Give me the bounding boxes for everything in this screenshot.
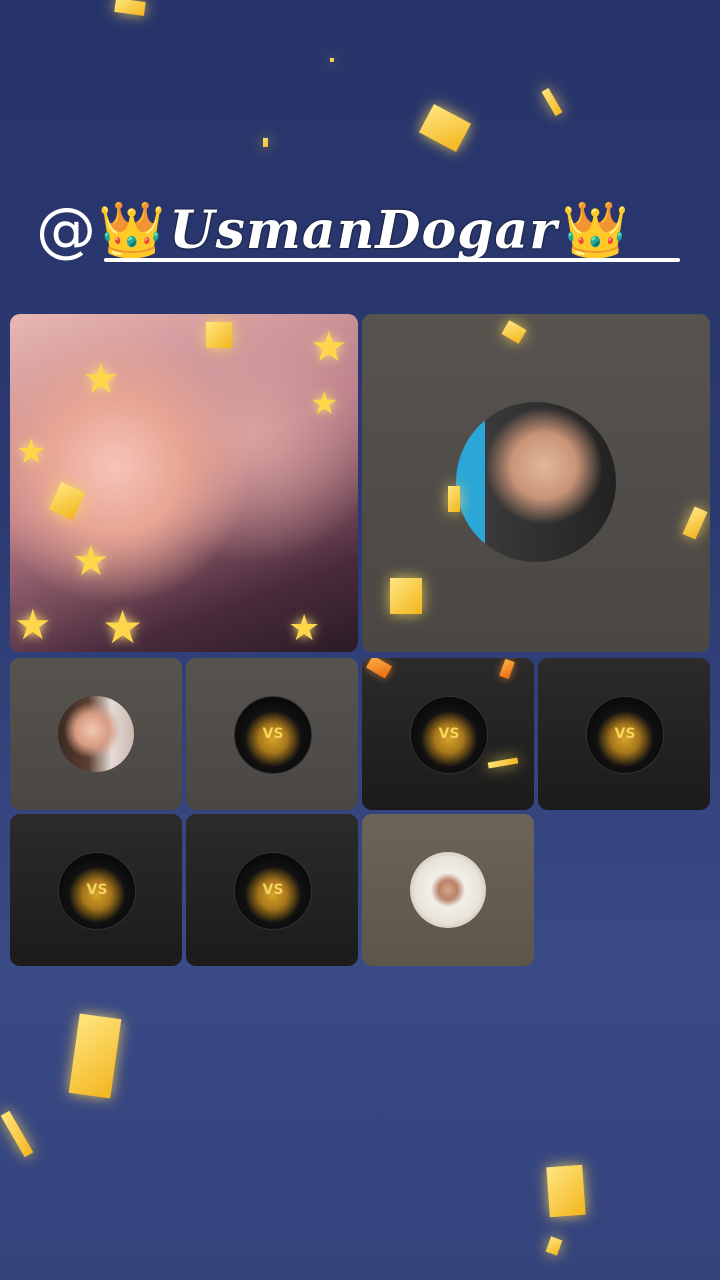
confetti-piece <box>330 58 334 62</box>
vs-poster-avatar <box>586 696 664 774</box>
guest-seat-1[interactable] <box>362 314 710 652</box>
guest-seat-7[interactable] <box>186 814 358 966</box>
star-icon: ★ <box>14 600 52 649</box>
confetti-piece <box>682 506 708 540</box>
vs-poster-avatar <box>410 696 488 774</box>
confetti-piece <box>263 138 268 147</box>
confetti-piece <box>501 320 527 344</box>
star-icon: ★ <box>82 354 120 403</box>
star-icon: ★ <box>310 322 348 371</box>
confetti-piece <box>390 578 422 614</box>
star-icon: ★ <box>310 384 339 422</box>
star-icon: ★ <box>102 600 144 652</box>
guest-seat-2[interactable] <box>10 658 182 810</box>
girl-avatar <box>58 696 134 772</box>
confetti-piece <box>487 757 519 769</box>
confetti-piece <box>546 1164 586 1218</box>
guest-seat-6[interactable] <box>10 814 182 966</box>
vs-poster-avatar <box>234 852 312 930</box>
guest-avatar <box>456 402 616 562</box>
guest-seat-4[interactable] <box>362 658 534 810</box>
guest-seat-5[interactable] <box>538 658 710 810</box>
vs-poster-avatar <box>234 696 312 774</box>
crown-icon: 👑 <box>561 198 629 261</box>
guest-seat-8[interactable] <box>362 814 534 966</box>
confetti-piece <box>0 1110 34 1158</box>
crown-icon: 👑 <box>98 198 166 261</box>
confetti-piece <box>68 1013 122 1099</box>
at-symbol: @ <box>36 195 96 265</box>
confetti-piece <box>206 322 232 348</box>
star-icon: ★ <box>16 432 47 472</box>
confetti-piece <box>499 658 515 680</box>
confetti-piece <box>365 658 393 679</box>
star-icon: ★ <box>288 608 321 649</box>
guest-seat-3[interactable] <box>186 658 358 810</box>
confetti-piece <box>418 104 472 152</box>
username-title: UsmanDogar <box>169 199 558 261</box>
title-underline <box>104 258 680 262</box>
host-seat[interactable]: ★ ★ ★ ★ ★ ★ ★ ★ <box>10 314 358 652</box>
hijab-avatar <box>410 852 486 928</box>
vs-poster-avatar <box>58 852 136 930</box>
confetti-piece <box>541 87 563 117</box>
confetti-piece <box>114 0 146 17</box>
star-icon: ★ <box>72 536 110 585</box>
confetti-piece <box>448 486 460 512</box>
confetti-piece <box>545 1236 563 1256</box>
